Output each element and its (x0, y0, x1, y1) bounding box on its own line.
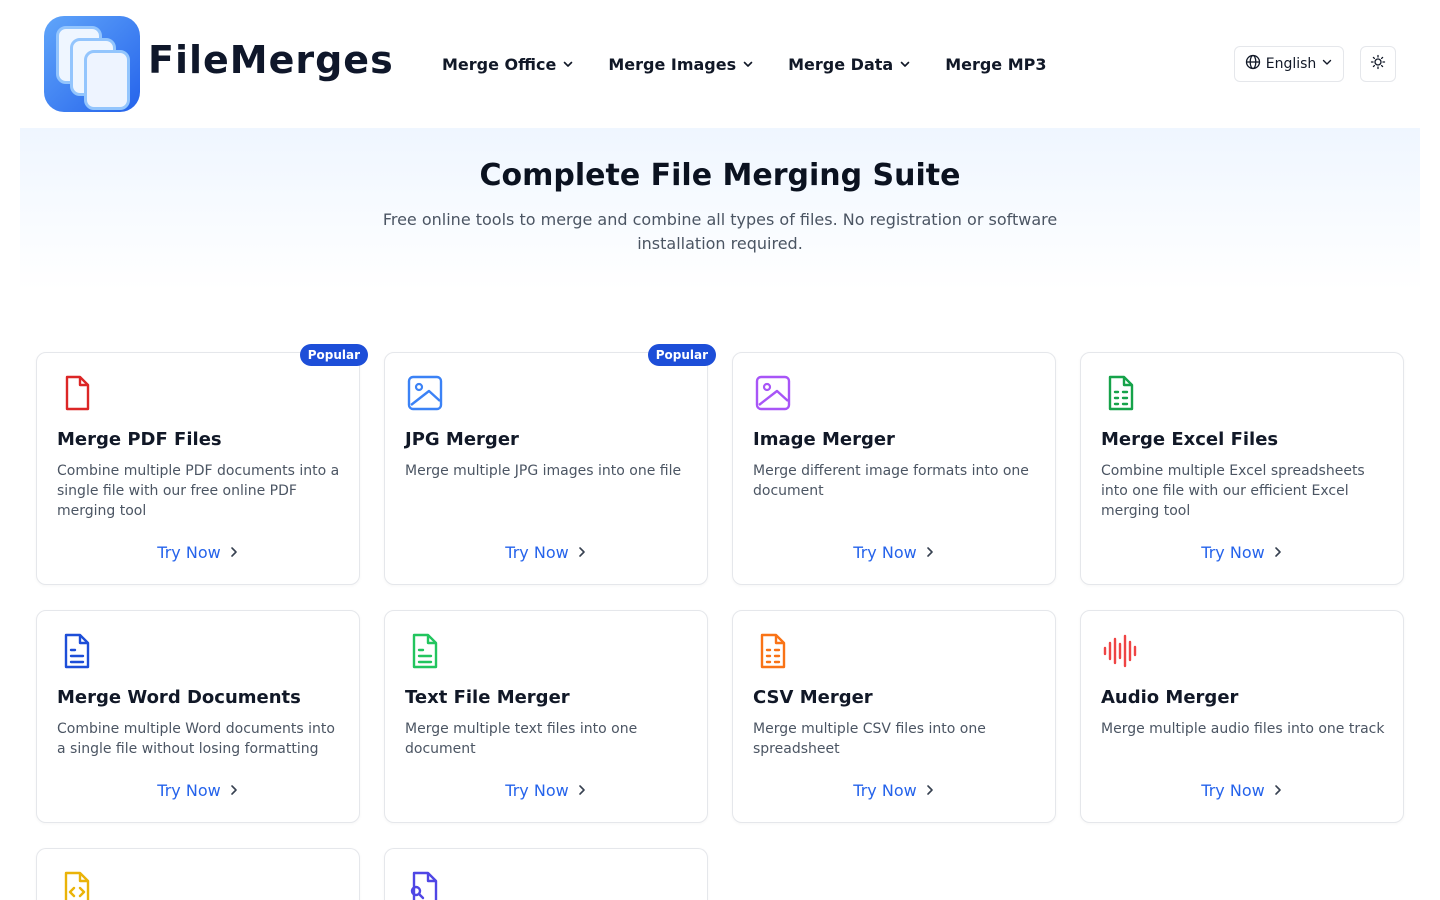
chevron-right-icon (577, 781, 587, 800)
card-title: JPG Merger (405, 429, 519, 450)
popular-badge: Popular (647, 344, 716, 366)
tool-card-csv-merger[interactable]: CSV Merger Merge multiple CSV files into… (732, 610, 1056, 823)
tool-card-file-search[interactable] (384, 848, 708, 900)
nav-merge-mp3[interactable]: Merge MP3 (945, 52, 1046, 76)
card-title: Text File Merger (405, 687, 570, 708)
chevron-right-icon (577, 543, 587, 562)
language-selector[interactable]: English (1234, 46, 1344, 82)
hero-subtitle: Free online tools to merge and combine a… (382, 210, 1058, 253)
try-now-label: Try Now (853, 781, 917, 800)
tool-card-audio-merger[interactable]: Audio Merger Merge multiple audio files … (1080, 610, 1404, 823)
nav-merge-data[interactable]: Merge Data (788, 52, 911, 76)
chevron-down-icon (742, 58, 754, 70)
nav-merge-images[interactable]: Merge Images (608, 52, 754, 76)
card-title: Merge Word Documents (57, 687, 301, 708)
card-description: Combine multiple Word documents into a s… (57, 721, 335, 757)
chevron-down-icon (1321, 56, 1333, 72)
logo-icon[interactable] (44, 16, 140, 112)
chevron-right-icon (925, 781, 935, 800)
globe-icon (1245, 54, 1261, 74)
card-title: Merge PDF Files (57, 429, 222, 450)
csv-file-icon (753, 631, 793, 671)
nav-label: Merge Images (608, 54, 737, 74)
chevron-right-icon (1273, 543, 1283, 562)
language-label: English (1265, 56, 1317, 72)
try-now-label: Try Now (1201, 781, 1265, 800)
card-title: CSV Merger (753, 687, 873, 708)
popular-badge: Popular (299, 344, 368, 366)
try-now-label: Try Now (157, 781, 221, 800)
try-now-label: Try Now (853, 543, 917, 562)
image-icon (753, 373, 793, 413)
chevron-right-icon (1273, 781, 1283, 800)
nav-merge-office[interactable]: Merge Office (442, 52, 574, 76)
try-now-link[interactable]: Try Now (733, 543, 1055, 562)
card-description: Merge multiple JPG images into one file (405, 463, 682, 479)
tool-card-merge-pdf[interactable]: Popular Merge PDF Files Combine multiple… (36, 344, 368, 585)
card-title: Image Merger (753, 429, 895, 450)
tool-card-image-merger[interactable]: Image Merger Merge different image forma… (732, 352, 1056, 585)
nav-label: Merge Office (442, 54, 557, 74)
tool-card-merge-excel[interactable]: Merge Excel Files Combine multiple Excel… (1080, 352, 1404, 585)
file-search-icon (405, 869, 445, 900)
try-now-link[interactable]: Try Now (385, 543, 707, 562)
main-nav: Merge Office Merge Images Merge Data Mer… (442, 52, 1047, 76)
audio-waveform-icon (1101, 631, 1141, 671)
card-description: Combine multiple Excel spreadsheets into… (1101, 463, 1365, 519)
spreadsheet-icon (1101, 373, 1141, 413)
try-now-link[interactable]: Try Now (733, 781, 1055, 800)
card-description: Combine multiple PDF documents into a si… (57, 463, 340, 519)
card-description: Merge multiple CSV files into one spread… (753, 721, 986, 757)
try-now-link[interactable]: Try Now (37, 543, 359, 562)
card-description: Merge multiple text files into one docum… (405, 721, 638, 757)
nav-label: Merge Data (788, 54, 894, 74)
chevron-down-icon (899, 58, 911, 70)
page-title: Complete File Merging Suite (479, 158, 961, 193)
tool-card-text-merger[interactable]: Text File Merger Merge multiple text fil… (384, 610, 708, 823)
chevron-right-icon (229, 781, 239, 800)
theme-toggle-button[interactable] (1360, 46, 1396, 82)
try-now-label: Try Now (1201, 543, 1265, 562)
chevron-right-icon (925, 543, 935, 562)
text-file-icon (405, 631, 445, 671)
card-title: Audio Merger (1101, 687, 1239, 708)
tool-card-code-merger[interactable] (36, 848, 360, 900)
chevron-right-icon (229, 543, 239, 562)
site-header: FileMerges Merge Office Merge Images Mer… (0, 0, 1440, 128)
tool-card-jpg-merger[interactable]: Popular JPG Merger Merge multiple JPG im… (384, 344, 716, 585)
try-now-label: Try Now (157, 543, 221, 562)
card-title: Merge Excel Files (1101, 429, 1279, 450)
card-description: Merge different image formats into one d… (753, 463, 1029, 499)
try-now-link[interactable]: Try Now (1081, 543, 1403, 562)
brand-name[interactable]: FileMerges (148, 38, 394, 82)
try-now-label: Try Now (505, 781, 569, 800)
document-icon (57, 631, 97, 671)
try-now-link[interactable]: Try Now (385, 781, 707, 800)
card-description: Merge multiple audio files into one trac… (1101, 721, 1385, 737)
try-now-link[interactable]: Try Now (1081, 781, 1403, 800)
chevron-down-icon (562, 58, 574, 70)
nav-label: Merge MP3 (945, 54, 1047, 74)
code-file-icon (57, 869, 97, 900)
image-icon (405, 373, 445, 413)
pdf-file-icon (57, 373, 97, 413)
try-now-link[interactable]: Try Now (37, 781, 359, 800)
hero-section: Complete File Merging Suite Free online … (20, 128, 1420, 290)
try-now-label: Try Now (505, 543, 569, 562)
sun-icon (1370, 54, 1386, 74)
tool-card-merge-word[interactable]: Merge Word Documents Combine multiple Wo… (36, 610, 360, 823)
